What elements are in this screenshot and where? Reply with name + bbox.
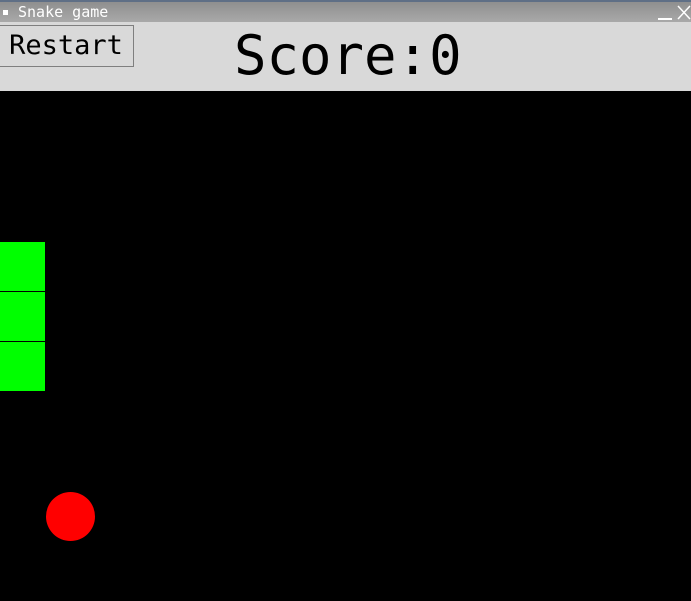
control-bar: Restart Score:0	[0, 22, 691, 91]
close-icon	[677, 5, 691, 20]
game-window: Snake game Restart Score:0	[0, 0, 691, 601]
minimize-button[interactable]	[656, 5, 674, 21]
game-board[interactable]	[0, 91, 691, 601]
minimize-icon	[658, 18, 672, 20]
restart-button[interactable]: Restart	[0, 25, 134, 67]
title-bar[interactable]: Snake game	[0, 0, 691, 22]
window-menu-icon[interactable]	[3, 10, 8, 15]
snake-segment	[0, 341, 46, 391]
close-button[interactable]	[676, 4, 691, 21]
snake-segment	[0, 241, 46, 291]
snake-segment	[0, 291, 46, 341]
food-apple	[46, 492, 95, 541]
score-display: Score:0	[234, 24, 462, 87]
window-title: Snake game	[18, 3, 109, 21]
